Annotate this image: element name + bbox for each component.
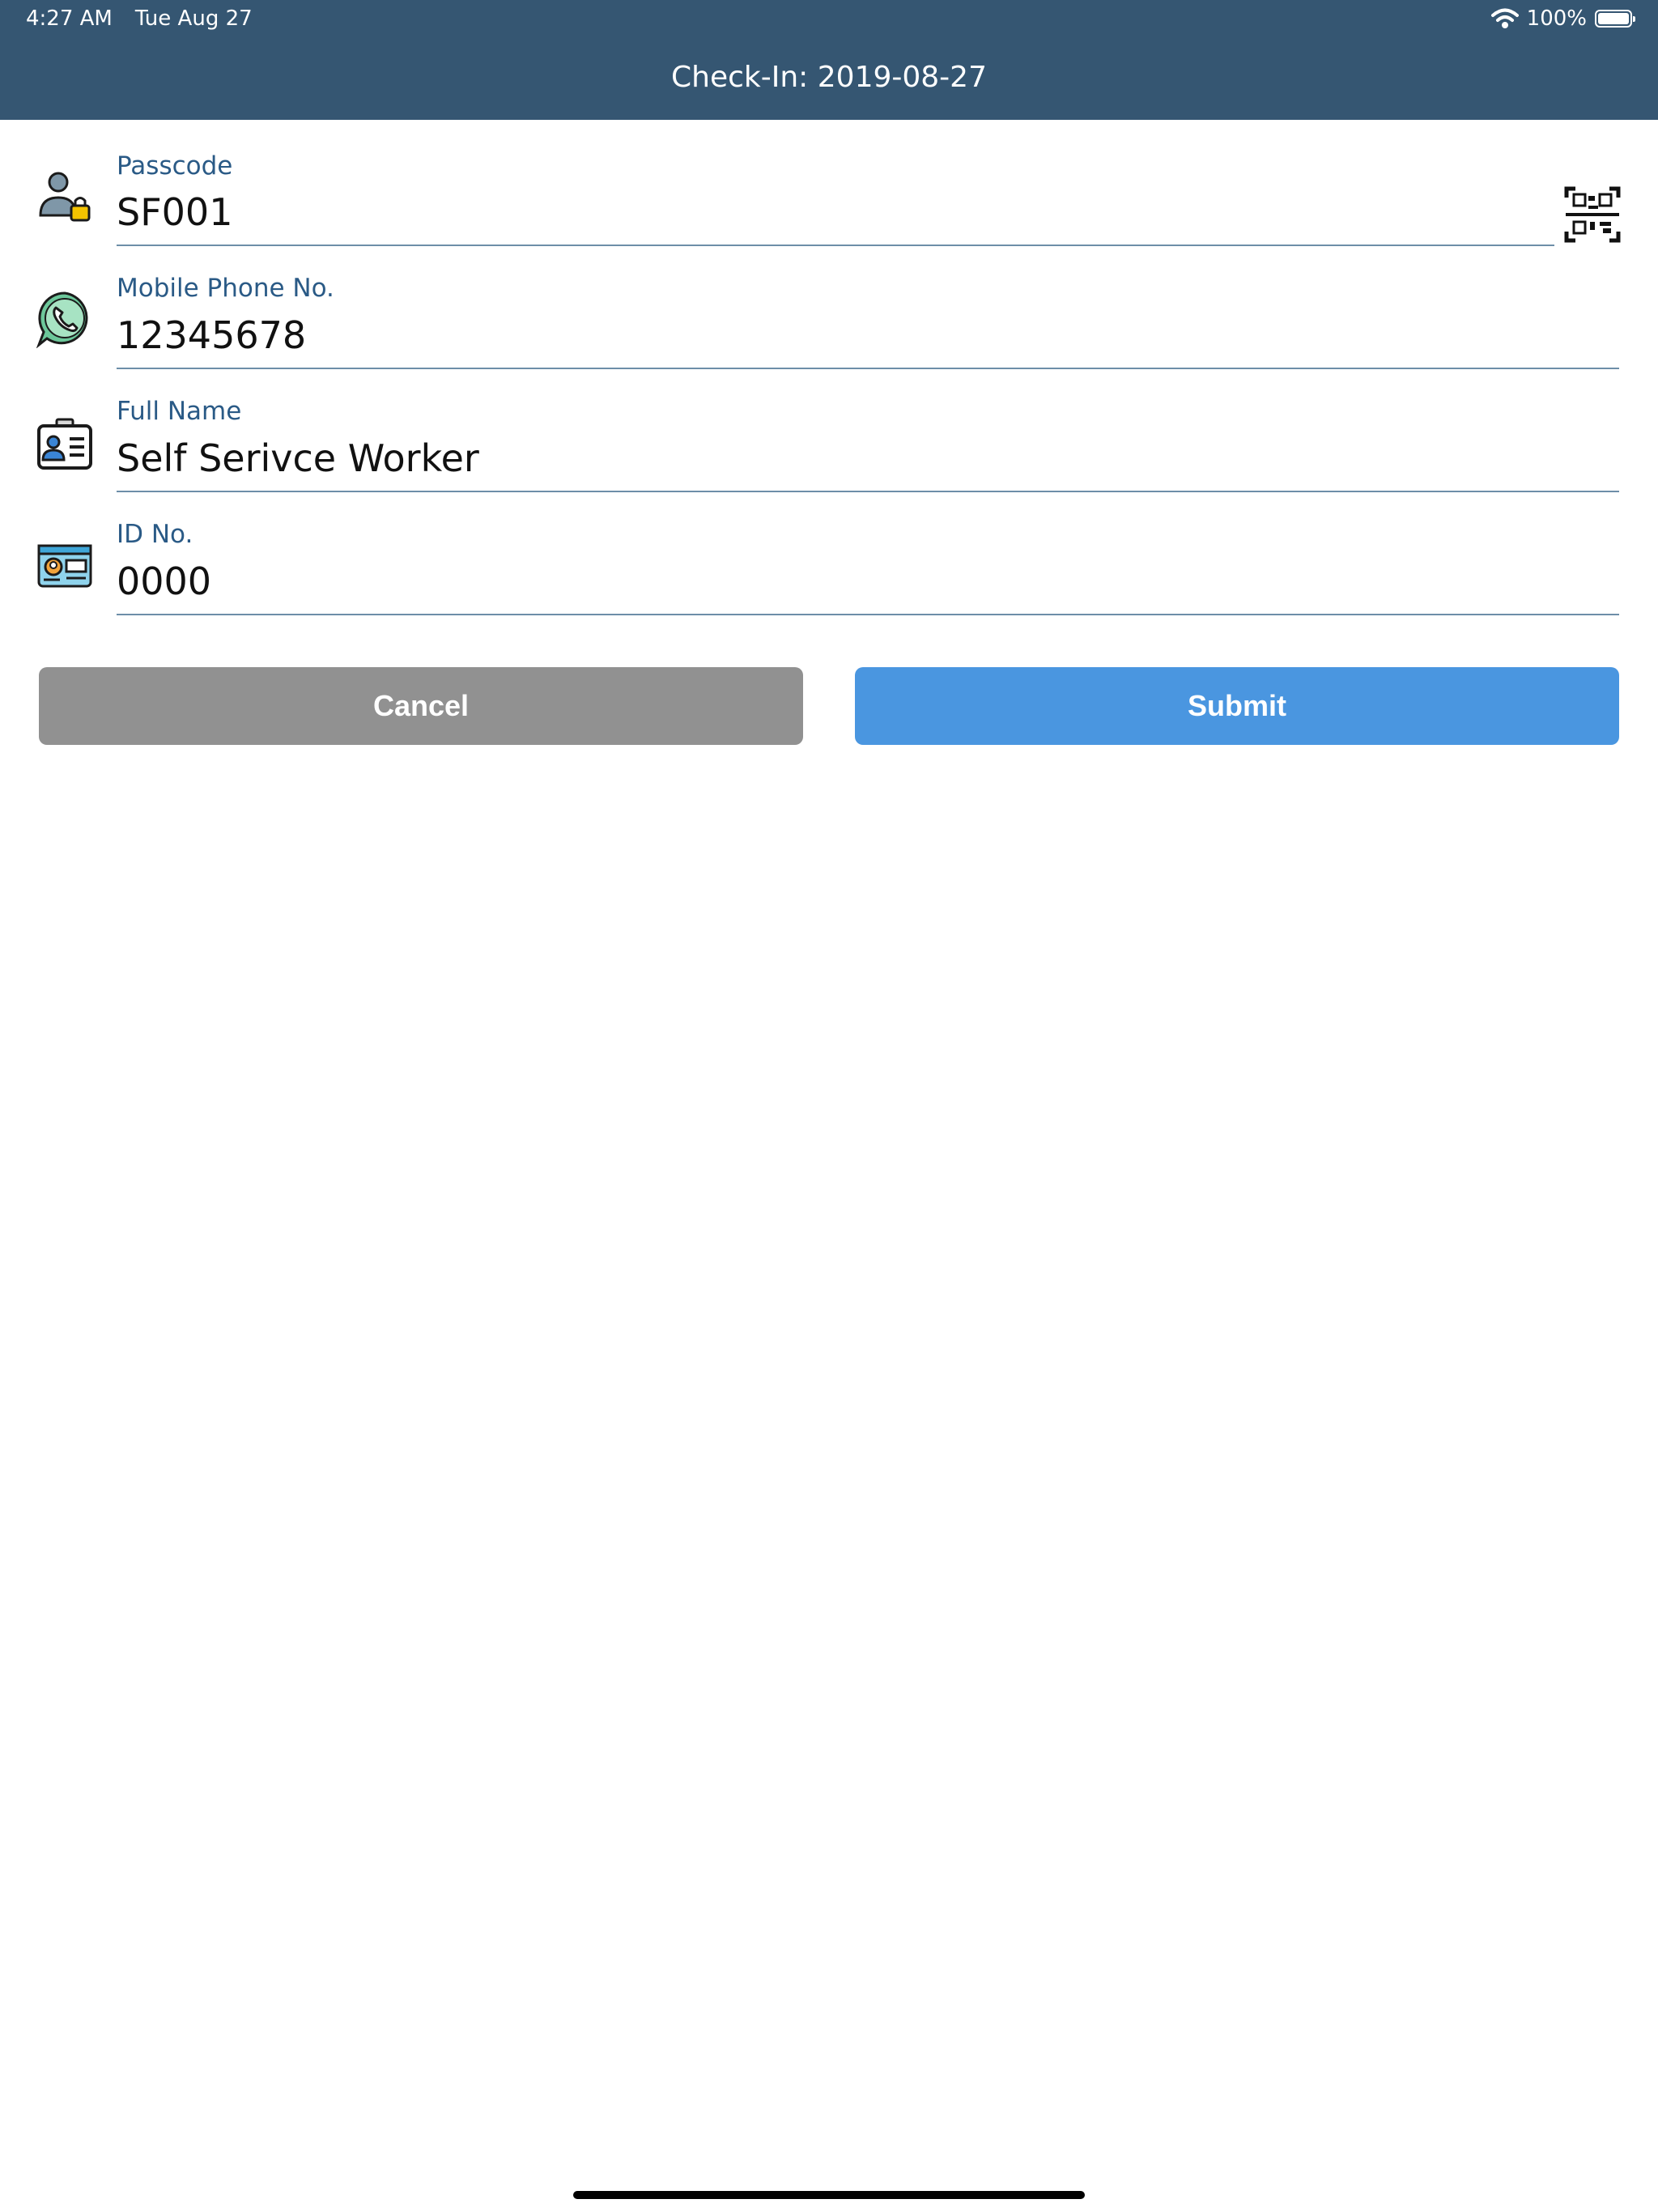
user-lock-icon <box>39 172 91 222</box>
qr-code-icon[interactable] <box>1564 186 1621 243</box>
passcode-underline <box>117 245 1554 246</box>
status-bar-left: 4:27 AM Tue Aug 27 <box>26 6 253 31</box>
id-number-input[interactable] <box>117 559 1619 604</box>
id-card-icon <box>37 544 92 588</box>
full-name-underline <box>117 491 1619 492</box>
mobile-phone-label: Mobile Phone No. <box>117 274 334 303</box>
home-indicator[interactable] <box>573 2191 1085 2199</box>
id-number-label: ID No. <box>117 520 193 549</box>
full-name-label: Full Name <box>117 397 242 426</box>
cancel-button[interactable]: Cancel <box>39 667 803 745</box>
passcode-label: Passcode <box>117 151 233 181</box>
status-bar-right: 100% <box>1490 6 1635 31</box>
full-name-input[interactable] <box>117 436 1619 481</box>
whatsapp-phone-icon <box>36 291 88 348</box>
navigation-bar: 4:27 AM Tue Aug 27 100% Check-In: 2019-0… <box>0 0 1658 120</box>
id-badge-icon <box>37 418 92 470</box>
wifi-icon <box>1490 8 1519 28</box>
status-date: Tue Aug 27 <box>134 6 253 31</box>
passcode-input[interactable] <box>117 189 1541 235</box>
mobile-phone-input[interactable] <box>117 313 1619 358</box>
battery-percent: 100% <box>1526 6 1587 31</box>
id-number-underline <box>117 614 1619 615</box>
mobile-phone-underline <box>117 368 1619 369</box>
page-title: Check-In: 2019-08-27 <box>671 61 987 94</box>
battery-icon <box>1595 10 1635 28</box>
submit-button[interactable]: Submit <box>855 667 1619 745</box>
status-time: 4:27 AM <box>26 6 113 31</box>
